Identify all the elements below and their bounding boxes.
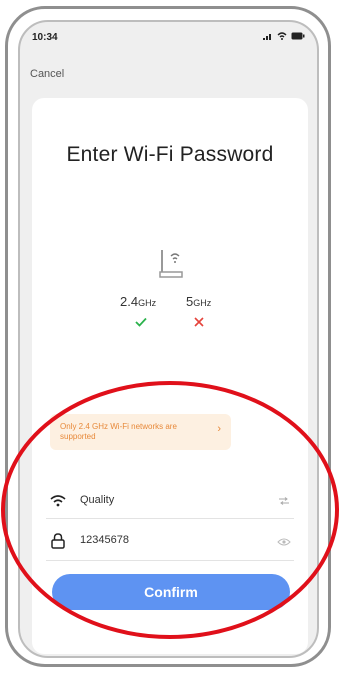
wifi-status-icon	[277, 32, 287, 40]
band-5ghz: 5GHz	[186, 294, 211, 309]
battery-icon	[291, 32, 305, 40]
check-icon	[135, 317, 147, 327]
band-value: 2.4	[120, 294, 139, 309]
band-2-4ghz: 2.4GHz	[120, 294, 156, 309]
router-icon	[159, 250, 183, 278]
annotation-circle	[1, 381, 339, 639]
band-unit: GHz	[193, 298, 212, 308]
page-title: Enter Wi-Fi Password	[66, 143, 274, 166]
cancel-button[interactable]: Cancel	[30, 68, 64, 80]
status-time: 10:34	[32, 32, 58, 43]
band-unit: GHz	[138, 298, 157, 308]
cross-icon	[194, 317, 204, 327]
signal-icon	[263, 34, 271, 40]
status-icons	[263, 32, 305, 40]
